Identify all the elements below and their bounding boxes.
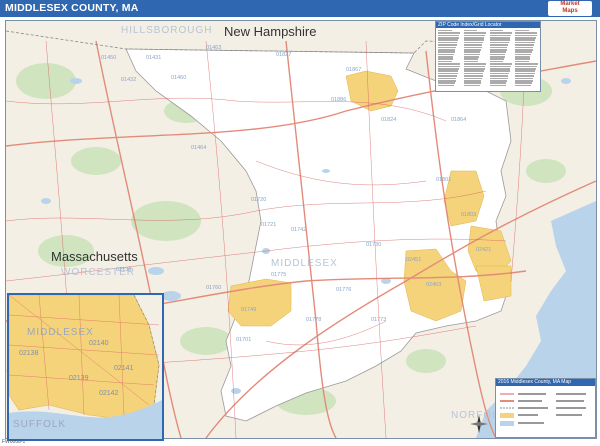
- zip-label: 02453: [426, 282, 441, 288]
- zip-label: 01720: [251, 197, 266, 203]
- map-legend: 2016 Middlesex County, MA Map: [495, 378, 596, 438]
- zip-label: 01450: [101, 55, 116, 61]
- zip-label: 01824: [381, 117, 396, 123]
- brand-logo[interactable]: Market Maps: [548, 1, 592, 16]
- zip-label: 01432: [121, 77, 136, 83]
- zip-label: 01464: [191, 145, 206, 151]
- state-label-massachusetts: Massachusetts: [51, 249, 138, 264]
- map-title: MIDDLESEX COUNTY, MA: [5, 2, 139, 14]
- zip-label: 01827: [276, 52, 291, 58]
- zip-label: 01463: [206, 45, 221, 51]
- zip-label: 01460: [171, 75, 186, 81]
- inset-zip-label: 02140: [89, 340, 109, 347]
- inset-canvas: MIDDLESEX SUFFOLK 02138 02140 02139 02141 02…: [9, 295, 162, 439]
- footer-code: FW0008-1: [2, 439, 26, 445]
- zip-label: 01886: [331, 97, 346, 103]
- county-label-middlesex: MIDDLESEX: [271, 258, 338, 269]
- zip-label: 01775: [271, 272, 286, 278]
- zip-label: 01760: [206, 285, 221, 291]
- title-bar: MIDDLESEX COUNTY, MA Market Maps: [0, 0, 600, 17]
- zip-index-column-1: [438, 29, 461, 87]
- county-label-hillsborough: HILLSBOROUGH: [121, 25, 212, 36]
- inset-county-label-middlesex: MIDDLESEX: [27, 327, 94, 338]
- zip-label: 01773: [371, 317, 386, 323]
- legend-title: 2016 Middlesex County, MA Map: [496, 379, 595, 386]
- inset-map[interactable]: MIDDLESEX SUFFOLK 02138 02140 02139 02141 02…: [7, 293, 164, 441]
- brand-line-1: Market: [560, 1, 580, 7]
- zip-index-columns: [436, 28, 540, 88]
- zip-index-panel: ZIP Code Index/Grid Locator: [435, 21, 541, 92]
- zip-index-column-3: [489, 29, 513, 87]
- inset-zip-label: 02141: [114, 365, 134, 372]
- zip-label: 01867: [346, 67, 361, 73]
- inset-zip-label: 02139: [69, 375, 89, 382]
- zip-label: 01776: [336, 287, 351, 293]
- legend-swatches: [500, 393, 586, 426]
- zip-label: 01801: [436, 177, 451, 183]
- brand-line-2: Maps: [562, 8, 578, 14]
- inset-urban-area: [9, 295, 160, 421]
- zip-label: 01431: [146, 55, 161, 61]
- zip-label: 01742: [291, 227, 306, 233]
- state-label-new-hampshire: New Hampshire: [224, 24, 316, 39]
- zip-label: 01721: [261, 222, 276, 228]
- zip-index-column-4: [515, 29, 538, 87]
- inset-zip-label: 02142: [99, 390, 119, 397]
- inset-county-label-suffolk: SUFFOLK: [13, 419, 66, 430]
- compass-rose-icon: [470, 415, 488, 433]
- inset-zip-label: 02138: [19, 350, 39, 357]
- zip-label: 01749: [241, 307, 256, 313]
- zip-label: 02138: [116, 267, 131, 273]
- zip-label: 01730: [366, 242, 381, 248]
- zip-label: 01701: [236, 337, 251, 343]
- zip-label: 01803: [461, 212, 476, 218]
- zip-index-column-2: [463, 29, 487, 87]
- zip-label: 01864: [451, 117, 466, 123]
- zip-label: 02421: [476, 247, 491, 253]
- zip-label: 01778: [306, 317, 321, 323]
- zip-label: 02451: [406, 257, 421, 263]
